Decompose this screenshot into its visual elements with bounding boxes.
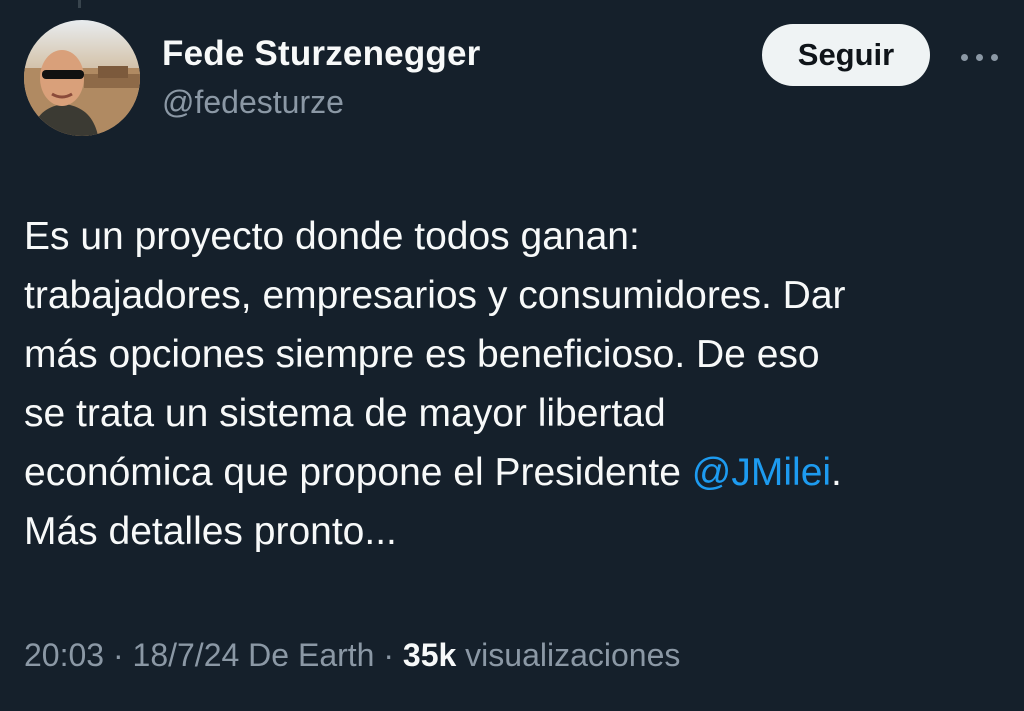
- separator: ·: [104, 637, 133, 673]
- tweet-line: Más detalles pronto...: [24, 510, 397, 553]
- more-dot: [960, 53, 968, 61]
- mention-link[interactable]: @JMilei: [692, 451, 831, 494]
- more-dot: [975, 53, 983, 61]
- views-count[interactable]: 35k: [403, 637, 456, 673]
- tweet-line: trabajadores, empresarios y consumidores…: [24, 274, 846, 317]
- follow-button[interactable]: Seguir: [762, 24, 930, 86]
- tweet-line: Es un proyecto donde todos ganan:: [24, 215, 640, 258]
- tweet-line-text: .: [831, 451, 842, 494]
- views-label: visualizaciones: [456, 637, 681, 673]
- avatar[interactable]: [24, 20, 140, 136]
- tweet-line: se trata un sistema de mayor libertad: [24, 392, 666, 435]
- thread-connector: [78, 0, 81, 8]
- tweet-text: Es un proyecto donde todos ganan: trabaj…: [24, 207, 1004, 561]
- author-handle[interactable]: @fedesturze: [162, 84, 344, 121]
- tweet-line: más opciones siempre es beneficioso. De …: [24, 333, 820, 376]
- tweet-card: Fede Sturzenegger @fedesturze Seguir Es …: [0, 0, 1024, 711]
- tweet-source: De Earth: [239, 637, 375, 673]
- tweet-time[interactable]: 20:03: [24, 637, 104, 673]
- tweet-date[interactable]: 18/7/24: [133, 637, 240, 673]
- tweet-meta: 20:03 · 18/7/24 De Earth · 35k visualiza…: [24, 637, 680, 674]
- more-options-icon[interactable]: [954, 42, 1004, 72]
- author-display-name[interactable]: Fede Sturzenegger: [162, 34, 480, 74]
- more-dot: [990, 53, 998, 61]
- tweet-line: económica que propone el Presidente @JMi…: [24, 443, 1004, 502]
- avatar-image: [24, 20, 140, 136]
- separator: ·: [374, 637, 403, 673]
- tweet-line-text: económica que propone el Presidente: [24, 451, 692, 494]
